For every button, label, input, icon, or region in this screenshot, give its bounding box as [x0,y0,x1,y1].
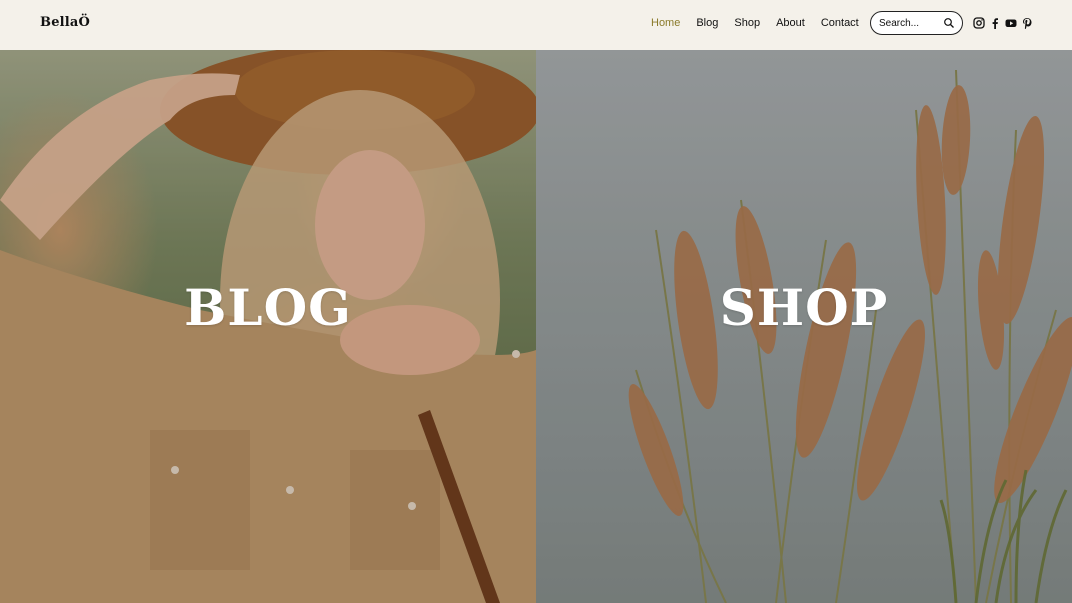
site-header: BellaÖ Home Blog Shop About Contact [0,0,1072,50]
search-icon[interactable] [943,17,955,29]
nav-item-shop[interactable]: Shop [734,16,760,30]
facebook-icon[interactable] [989,16,1001,29]
social-links [973,16,1033,30]
nav-item-about[interactable]: About [776,16,805,30]
search-box [870,11,963,35]
shop-panel[interactable]: SHOP [536,50,1072,603]
instagram-icon[interactable] [973,16,985,29]
main-nav: Home Blog Shop About Contact [651,16,875,30]
blog-title[interactable]: BLOG [0,278,536,337]
youtube-icon[interactable] [1005,16,1017,28]
nav-item-blog[interactable]: Blog [696,16,718,30]
search-input[interactable] [879,17,945,29]
shop-title[interactable]: SHOP [536,278,1072,337]
nav-item-contact[interactable]: Contact [821,16,859,30]
nav-item-home[interactable]: Home [651,16,680,30]
site-logo[interactable]: BellaÖ [40,15,90,30]
pinterest-icon[interactable] [1021,16,1033,30]
blog-panel[interactable]: BLOG [0,50,536,603]
